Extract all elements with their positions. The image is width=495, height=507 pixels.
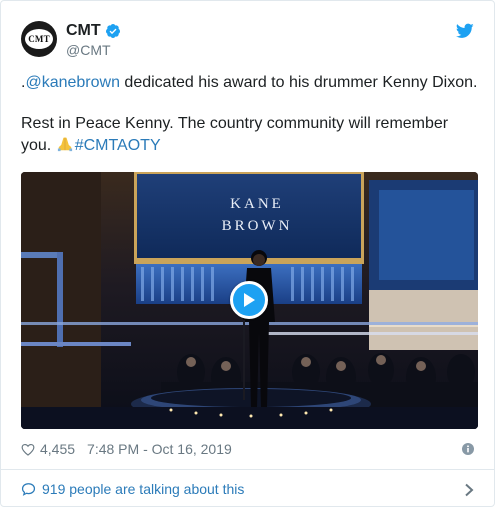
conversation-link[interactable]: 919 people are talking about this (21, 481, 244, 497)
avatar-logo: CMT (25, 29, 53, 49)
footer-divider (1, 469, 495, 470)
play-button-inner (233, 284, 265, 316)
author-display-name[interactable]: CMT (66, 22, 101, 40)
chevron-right-icon[interactable] (464, 483, 474, 497)
avatar[interactable]: CMT (21, 21, 57, 57)
tweet-paragraph-1: .@kanebrown dedicated his award to his d… (21, 72, 481, 94)
heart-icon[interactable] (21, 443, 35, 456)
info-icon[interactable] (462, 443, 474, 455)
mention-link[interactable]: @kanebrown (25, 74, 120, 91)
tweet-text: .@kanebrown dedicated his award to his d… (21, 72, 481, 176)
verified-badge-icon (105, 24, 120, 38)
comment-icon (21, 483, 36, 496)
folded-hands-emoji (57, 137, 72, 152)
twitter-bird-icon[interactable] (456, 23, 474, 39)
embedded-tweet-card: CMT CMT @CMT .@kanebrown dedicated his a… (0, 0, 495, 507)
hashtag-link[interactable]: #CMTAOTY (75, 137, 161, 154)
tweet-meta-row: 4,455 7:48 PM - Oct 16, 2019 (21, 441, 232, 457)
play-icon (244, 293, 255, 307)
play-button[interactable] (230, 281, 268, 319)
like-count[interactable]: 4,455 (40, 441, 75, 457)
author-handle[interactable]: @CMT (66, 42, 111, 58)
screen-text-line1: KANE (230, 196, 284, 212)
tweet-line1-text: dedicated his award to his drummer Kenny… (119, 74, 478, 91)
conversation-count-text: 919 people are talking about this (42, 481, 245, 497)
video-player[interactable]: KANE BROWN (21, 172, 478, 429)
tweet-paragraph-2: Rest in Peace Kenny. The country communi… (21, 113, 481, 157)
author-name-row[interactable]: CMT (66, 22, 121, 40)
tweet-timestamp[interactable]: 7:48 PM - Oct 16, 2019 (87, 441, 232, 457)
screen-text-line2: BROWN (221, 218, 293, 234)
